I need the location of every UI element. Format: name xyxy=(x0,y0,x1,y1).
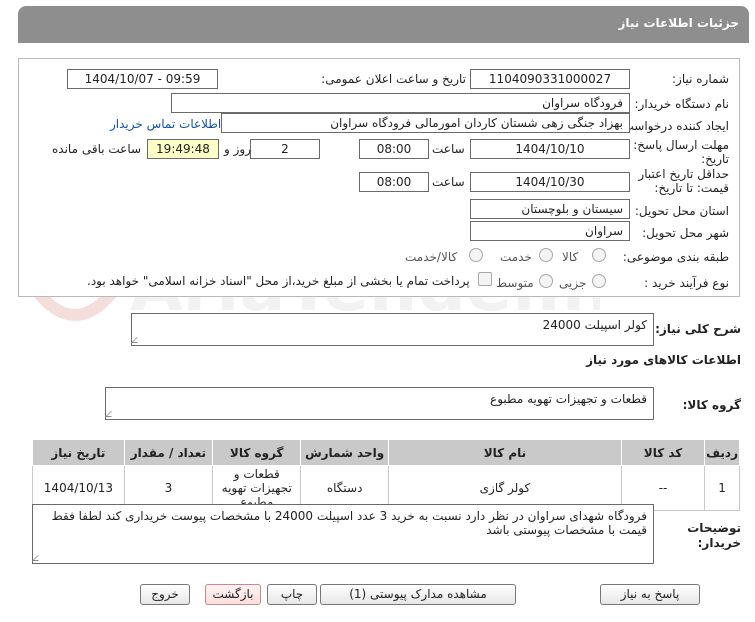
validity-label-line2: قیمت: تا تاریخ: xyxy=(654,181,729,195)
treasury-payment-note: پرداخت تمام یا بخشی از مبلغ خرید،از محل … xyxy=(87,274,470,288)
category-goods-label: کالا xyxy=(562,250,579,264)
countdown-field: 19:49:48 xyxy=(147,139,219,159)
requester-field: بهزاد جنگی زهی شستان کاردان امورمالی فرو… xyxy=(221,113,630,133)
days-label: روز و xyxy=(224,142,251,156)
column-header: تعداد / مقدار xyxy=(123,439,214,466)
deadline-time-field: 08:00 xyxy=(359,139,429,159)
buyer-org-label: نام دستگاه خریدار: xyxy=(634,97,730,111)
column-header: واحد شمارش xyxy=(300,439,389,466)
category-service-radio[interactable] xyxy=(539,248,553,262)
summary-text: کولر اسپیلت 24000 xyxy=(542,318,647,332)
need-number-field: 1104090331000027 xyxy=(470,69,630,89)
items-table: ردیف کد کالا نام کالا واحد شمارش گروه کا… xyxy=(32,439,740,511)
column-header: ردیف xyxy=(704,439,740,466)
validity-time-field: 08:00 xyxy=(359,172,429,192)
buyer-notes-label: توضیحات xyxy=(687,521,741,535)
process-medium-radio[interactable] xyxy=(539,274,553,288)
goods-section-title: اطلاعات کالاهای مورد نیاز xyxy=(586,353,741,367)
view-attachments-button[interactable]: مشاهده مدارک پیوستی (1) xyxy=(320,584,516,605)
deadline-label-line2: تاریخ: xyxy=(701,152,729,166)
remaining-label: ساعت باقی مانده xyxy=(52,142,142,156)
resize-handle-icon[interactable] xyxy=(105,411,117,417)
goods-group-label: گروه کالا: xyxy=(682,398,741,412)
column-header: تاریخ نیاز xyxy=(32,439,125,466)
days-remaining-field: 2 xyxy=(250,139,320,159)
buyer-notes-text: فرودگاه شهدای سراوان در نظر دارد نسبت به… xyxy=(51,509,647,537)
process-medium-label: متوسط xyxy=(496,276,534,290)
table-header-row: ردیف کد کالا نام کالا واحد شمارش گروه کا… xyxy=(32,439,740,466)
announce-date-field: 1404/10/07 - 09:59 xyxy=(67,69,218,89)
column-header: گروه کالا xyxy=(212,439,302,466)
validity-time-label: ساعت xyxy=(432,175,465,189)
province-field: سیستان و بلوچستان xyxy=(470,199,630,219)
goods-group-textarea: قطعات و تجهیزات تهویه مطبوع xyxy=(105,387,654,420)
process-type-label: نوع فرآیند خرید : xyxy=(644,276,729,290)
treasury-payment-checkbox[interactable] xyxy=(478,272,492,286)
resize-handle-icon[interactable] xyxy=(32,555,44,561)
requester-label: ایجاد کننده درخواست: xyxy=(618,119,729,133)
city-label: شهر محل تحویل: xyxy=(642,226,729,240)
announce-date-label: تاریخ و ساعت اعلان عمومی: xyxy=(321,72,466,86)
validity-label: حداقل تاریخ اعتبار xyxy=(638,167,729,181)
print-button[interactable]: چاپ xyxy=(267,584,317,605)
category-goods-service-label: کالا/خدمت xyxy=(405,250,458,264)
buyer-org-field: فرودگاه سراوان xyxy=(171,93,630,113)
buyer-notes-textarea: فرودگاه شهدای سراوان در نظر دارد نسبت به… xyxy=(32,504,654,564)
validity-date-field: 1404/10/30 xyxy=(470,172,630,192)
category-service-label: خدمت xyxy=(500,250,532,264)
back-button[interactable]: بازگشت xyxy=(205,584,261,605)
deadline-time-label: ساعت xyxy=(432,142,465,156)
province-label: استان محل تحویل: xyxy=(634,204,729,218)
need-number-label: شماره نیاز: xyxy=(672,72,729,86)
process-minor-label: جزیی xyxy=(559,276,587,290)
deadline-label: مهلت ارسال پاسخ: تا xyxy=(622,138,729,152)
deadline-date-field: 1404/10/10 xyxy=(470,139,630,159)
category-goods-radio[interactable] xyxy=(592,248,606,262)
resize-handle-icon[interactable] xyxy=(131,337,143,343)
buyer-contact-link[interactable]: اطلاعات تماس خریدار xyxy=(110,117,221,131)
page-header: جزئیات اطلاعات نیاز xyxy=(18,6,749,43)
table-cell: 1 xyxy=(704,465,740,511)
reply-button[interactable]: پاسخ به نیاز xyxy=(600,584,700,605)
category-goods-service-radio[interactable] xyxy=(469,248,483,262)
column-header: کد کالا xyxy=(620,439,706,466)
exit-button[interactable]: خروج xyxy=(140,584,190,605)
process-minor-radio[interactable] xyxy=(592,274,606,288)
column-header: نام کالا xyxy=(387,439,622,466)
goods-group-text: قطعات و تجهیزات تهویه مطبوع xyxy=(490,392,647,406)
summary-label: شرح کلی نیاز: xyxy=(655,322,741,336)
category-label: طبقه بندی موضوعی: xyxy=(622,250,729,264)
buyer-notes-label-line2: خریدار: xyxy=(697,536,741,550)
city-field: سراوان xyxy=(470,221,630,241)
page-title: جزئیات اطلاعات نیاز xyxy=(618,16,739,30)
summary-textarea: کولر اسپیلت 24000 xyxy=(131,313,654,346)
